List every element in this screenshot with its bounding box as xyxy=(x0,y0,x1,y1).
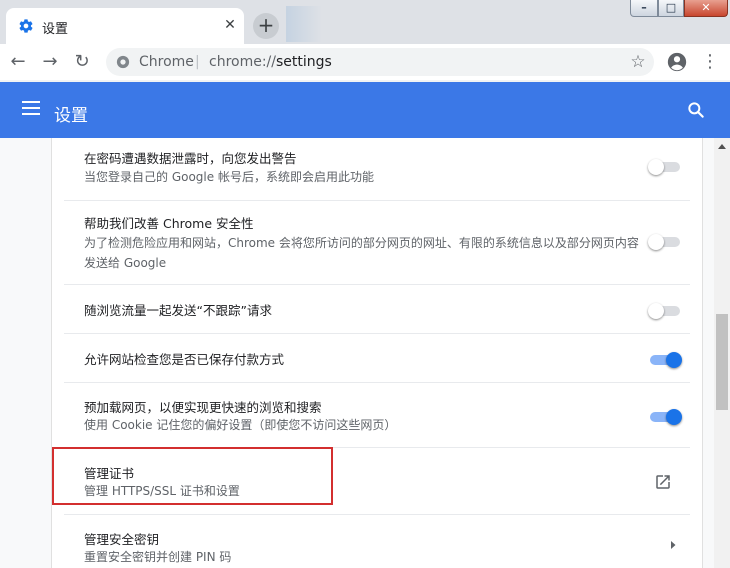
back-arrow-icon[interactable]: ← xyxy=(8,52,28,72)
setting-row-password-leak: 在密码遭遇数据泄露时，向您发出警告 当您登录自己的 Google 帐号后，系统即… xyxy=(64,138,690,188)
improve-security-toggle[interactable] xyxy=(648,234,682,250)
bookmark-star-icon[interactable]: ☆ xyxy=(628,52,648,72)
gear-icon xyxy=(19,19,33,33)
browser-toolbar: ← → ↻ Chrome | chrome://settings ☆ ⋮ xyxy=(0,44,730,80)
minimize-button[interactable]: – xyxy=(630,0,658,17)
window-controls: – □ ✕ xyxy=(628,0,730,18)
hamburger-menu-icon[interactable] xyxy=(22,101,40,115)
setting-subtitle: 重置安全密钥并创建 PIN 码 xyxy=(84,550,232,564)
setting-row-do-not-track: 随浏览流量一起发送“不跟踪”请求 xyxy=(64,284,690,334)
highlight-annotation xyxy=(52,447,333,505)
tab-settings[interactable]: 设置 ✕ xyxy=(6,8,244,44)
background-strip xyxy=(286,6,322,42)
setting-row-improve-security: 帮助我们改善 Chrome 安全性 为了检测危险应用和网站，Chrome 会将您… xyxy=(64,200,690,273)
setting-title: 允许网站检查您是否已保存付款方式 xyxy=(84,352,285,367)
maximize-icon: □ xyxy=(665,1,677,14)
search-icon[interactable] xyxy=(686,100,706,120)
address-bar[interactable]: Chrome | chrome://settings ☆ xyxy=(106,48,654,76)
setting-subtitle: 为了检测危险应用和网站，Chrome 会将您所访问的部分网页的网址、有限的系统信… xyxy=(84,236,639,270)
chrome-page-icon xyxy=(116,55,130,69)
do-not-track-toggle[interactable] xyxy=(648,303,682,319)
kebab-menu-icon[interactable]: ⋮ xyxy=(700,52,720,72)
setting-subtitle: 当您登录自己的 Google 帐号后，系统即会启用此功能 xyxy=(84,170,374,184)
reload-icon[interactable]: ↻ xyxy=(72,52,92,72)
payment-methods-toggle[interactable] xyxy=(648,352,682,368)
omnibox-separator: | xyxy=(195,54,200,70)
scrollbar[interactable] xyxy=(714,138,730,568)
close-window-button[interactable]: ✕ xyxy=(684,0,728,17)
url-host: settings xyxy=(276,54,332,70)
setting-title: 在密码遭遇数据泄露时，向您发出警告 xyxy=(84,151,297,166)
scroll-thumb[interactable] xyxy=(716,314,728,410)
forward-arrow-icon[interactable]: → xyxy=(40,52,60,72)
setting-title: 预加载网页，以便实现更快速的浏览和搜索 xyxy=(84,400,322,415)
preload-pages-toggle[interactable] xyxy=(648,409,682,425)
settings-header: 设置 xyxy=(0,82,730,138)
setting-title: 随浏览流量一起发送“不跟踪”请求 xyxy=(84,303,272,318)
setting-row-security-keys[interactable]: 管理安全密钥 重置安全密钥并创建 PIN 码 xyxy=(64,514,690,568)
tab-title: 设置 xyxy=(42,22,69,37)
url-scheme: chrome:// xyxy=(209,54,276,70)
password-leak-toggle[interactable] xyxy=(648,159,682,175)
setting-row-preload-pages: 预加载网页，以便实现更快速的浏览和搜索 使用 Cookie 记住您的偏好设置（即… xyxy=(64,382,690,448)
close-icon: ✕ xyxy=(701,1,711,14)
omnibox-site-label: Chrome xyxy=(139,54,194,70)
setting-title: 帮助我们改善 Chrome 安全性 xyxy=(84,216,254,231)
new-tab-button[interactable]: + xyxy=(253,13,279,39)
account-circle-icon[interactable] xyxy=(666,51,688,73)
omnibox-url: chrome://settings xyxy=(209,54,332,70)
setting-row-payment-methods: 允许网站检查您是否已保存付款方式 xyxy=(64,333,690,383)
tab-strip: 设置 ✕ + – □ ✕ xyxy=(0,0,730,44)
scroll-up-arrow-icon[interactable] xyxy=(718,144,726,149)
maximize-button[interactable]: □ xyxy=(658,0,684,17)
open-in-new-icon[interactable] xyxy=(654,473,672,491)
minimize-icon: – xyxy=(641,1,647,14)
setting-title: 管理安全密钥 xyxy=(84,532,160,547)
page-title: 设置 xyxy=(54,106,88,126)
setting-subtitle: 使用 Cookie 记住您的偏好设置（即使您不访问这些网页） xyxy=(84,418,397,432)
chevron-right-icon[interactable] xyxy=(667,539,679,551)
tab-close-icon[interactable]: ✕ xyxy=(222,17,238,33)
